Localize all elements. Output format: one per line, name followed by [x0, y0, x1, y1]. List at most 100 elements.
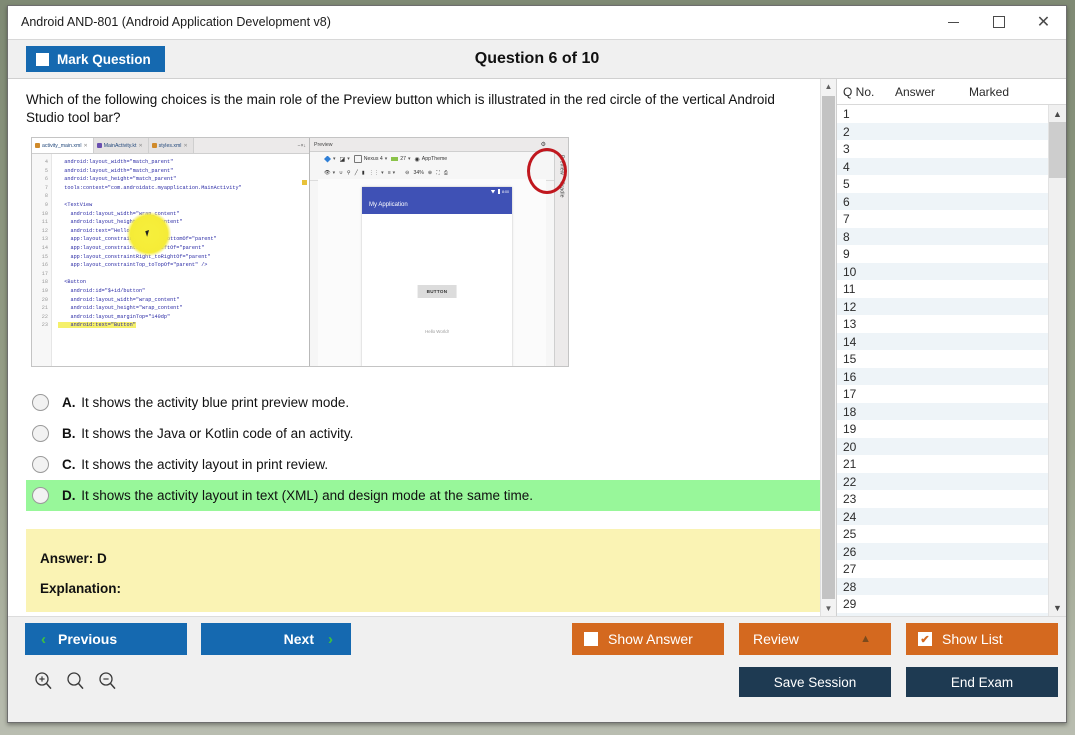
- mark-question-button[interactable]: Mark Question: [26, 46, 165, 72]
- question-list-row[interactable]: 11: [837, 280, 1048, 298]
- list-scroll-up-icon[interactable]: ▲: [1049, 105, 1066, 122]
- figure-code-line: android:layout_width="match_parent": [58, 158, 242, 167]
- question-list-row[interactable]: 1: [837, 105, 1048, 123]
- question-list-header: Q No. Answer Marked: [837, 79, 1066, 105]
- list-scroll-thumb[interactable]: [1049, 122, 1066, 178]
- option-letter: C.: [62, 457, 76, 472]
- question-list-row[interactable]: 17: [837, 385, 1048, 403]
- question-list-row[interactable]: 14: [837, 333, 1048, 351]
- figure-code-line: android:layout_width="wrap_content": [58, 296, 242, 305]
- figure-line-number: 20: [32, 296, 48, 305]
- constraints-icon: ∪: [339, 170, 343, 176]
- row-qno: 23: [843, 492, 895, 506]
- show-list-button[interactable]: ✔ Show List: [906, 623, 1058, 655]
- scroll-thumb[interactable]: [822, 96, 835, 599]
- figure-line-number: 21: [32, 304, 48, 313]
- android-studio-figure: activity_main.xml ✕ MainActivity.kt ✕: [31, 137, 569, 367]
- scroll-down-icon[interactable]: ▼: [821, 601, 836, 616]
- question-list-row[interactable]: 19: [837, 420, 1048, 438]
- question-list-row[interactable]: 9: [837, 245, 1048, 263]
- next-button[interactable]: Next ›: [201, 623, 351, 655]
- row-qno: 14: [843, 335, 895, 349]
- question-list-row[interactable]: 6: [837, 193, 1048, 211]
- xml-file-icon: [152, 143, 157, 148]
- question-list-row[interactable]: 24: [837, 508, 1048, 526]
- question-pane-scrollbar[interactable]: ▲ ▼: [820, 79, 836, 616]
- design-mode-icon: ▾: [324, 156, 336, 163]
- question-list-row[interactable]: 23: [837, 490, 1048, 508]
- option-row-b[interactable]: B. It shows the Java or Kotlin code of a…: [26, 418, 836, 449]
- close-button[interactable]: ✕: [1021, 6, 1066, 38]
- show-answer-button[interactable]: Show Answer: [572, 623, 724, 655]
- battery-icon: [498, 189, 501, 194]
- option-radio-icon[interactable]: [32, 487, 49, 504]
- minimize-button[interactable]: [931, 6, 976, 38]
- question-list-row[interactable]: 21: [837, 455, 1048, 473]
- figure-line-number: 18: [32, 278, 48, 287]
- question-list-row[interactable]: 26: [837, 543, 1048, 561]
- question-list-row[interactable]: 3: [837, 140, 1048, 158]
- option-row-a[interactable]: A. It shows the activity blue print prev…: [26, 387, 836, 418]
- option-radio-icon[interactable]: [32, 394, 49, 411]
- row-qno: 22: [843, 475, 895, 489]
- question-list-row[interactable]: 7: [837, 210, 1048, 228]
- window-controls: ✕: [931, 6, 1066, 38]
- list-scroll-down-icon[interactable]: ▼: [1049, 599, 1066, 616]
- application-window: Android AND-801 (Android Application Dev…: [7, 5, 1067, 723]
- row-qno: 1: [843, 107, 895, 121]
- zoom-reset-icon[interactable]: [62, 667, 88, 693]
- question-list-row[interactable]: 8: [837, 228, 1048, 246]
- option-radio-icon[interactable]: [32, 456, 49, 473]
- previous-button[interactable]: ‹ Previous: [25, 623, 187, 655]
- question-list-row[interactable]: 15: [837, 350, 1048, 368]
- figure-vertical-tab-strip: Preview Gradle: [554, 151, 568, 366]
- row-qno: 10: [843, 265, 895, 279]
- question-list-row[interactable]: 28: [837, 578, 1048, 596]
- row-qno: 6: [843, 195, 895, 209]
- option-radio-icon[interactable]: [32, 425, 49, 442]
- clear-constraints-icon: ╱: [355, 170, 358, 176]
- question-list-row[interactable]: 20: [837, 438, 1048, 456]
- question-list-row[interactable]: 29: [837, 595, 1048, 613]
- zoom-out-icon[interactable]: [94, 667, 120, 693]
- question-list-scrollbar[interactable]: ▲ ▼: [1048, 105, 1066, 616]
- maximize-button[interactable]: [976, 6, 1021, 38]
- scroll-up-icon[interactable]: ▲: [821, 79, 836, 94]
- question-list-row[interactable]: 16: [837, 368, 1048, 386]
- figure-line-number: 5: [32, 167, 48, 176]
- question-list-row[interactable]: 18: [837, 403, 1048, 421]
- device-status-bar: 8:00: [362, 187, 512, 196]
- question-list-row[interactable]: 25: [837, 525, 1048, 543]
- question-list-row[interactable]: 2: [837, 123, 1048, 141]
- question-text: Which of the following choices is the ma…: [26, 91, 816, 127]
- question-list-row[interactable]: 13: [837, 315, 1048, 333]
- option-row-d[interactable]: D. It shows the activity layout in text …: [26, 480, 836, 511]
- figure-line-number: 7: [32, 184, 48, 193]
- figure-code-line: app:layout_constraintLeft_toLeftOf="pare…: [58, 244, 242, 253]
- question-list-row[interactable]: 5: [837, 175, 1048, 193]
- figure-line-number: 17: [32, 270, 48, 279]
- row-qno: 8: [843, 230, 895, 244]
- list-scroll-track[interactable]: [1049, 122, 1066, 599]
- question-list-row[interactable]: 27: [837, 560, 1048, 578]
- device-selector: Nexus 4▾: [354, 155, 388, 163]
- figure-code-line: <TextView: [58, 201, 242, 210]
- question-list-row[interactable]: 10: [837, 263, 1048, 281]
- option-row-c[interactable]: C. It shows the activity layout in print…: [26, 449, 836, 480]
- show-answer-checkbox-icon: [584, 632, 598, 646]
- figure-preview-panel: Preview ⚙ ▾ ◪▾ Nexus 4▾ 27▾ ◉AppTheme: [310, 138, 568, 366]
- question-list-row[interactable]: 12: [837, 298, 1048, 316]
- end-exam-button[interactable]: End Exam: [906, 667, 1058, 697]
- figure-line-number: 22: [32, 313, 48, 322]
- question-list-row[interactable]: 4: [837, 158, 1048, 176]
- question-list-row[interactable]: 22: [837, 473, 1048, 491]
- column-header-qno: Q No.: [843, 85, 895, 99]
- row-qno: 16: [843, 370, 895, 384]
- option-letter: A.: [62, 395, 76, 410]
- save-session-button[interactable]: Save Session: [739, 667, 891, 697]
- answer-options: A. It shows the activity blue print prev…: [26, 387, 836, 511]
- review-dropdown-button[interactable]: Review ▲: [739, 623, 891, 655]
- question-pane: Which of the following choices is the ma…: [8, 79, 836, 616]
- zoom-in-icon[interactable]: [30, 667, 56, 693]
- scroll-track[interactable]: [821, 94, 836, 601]
